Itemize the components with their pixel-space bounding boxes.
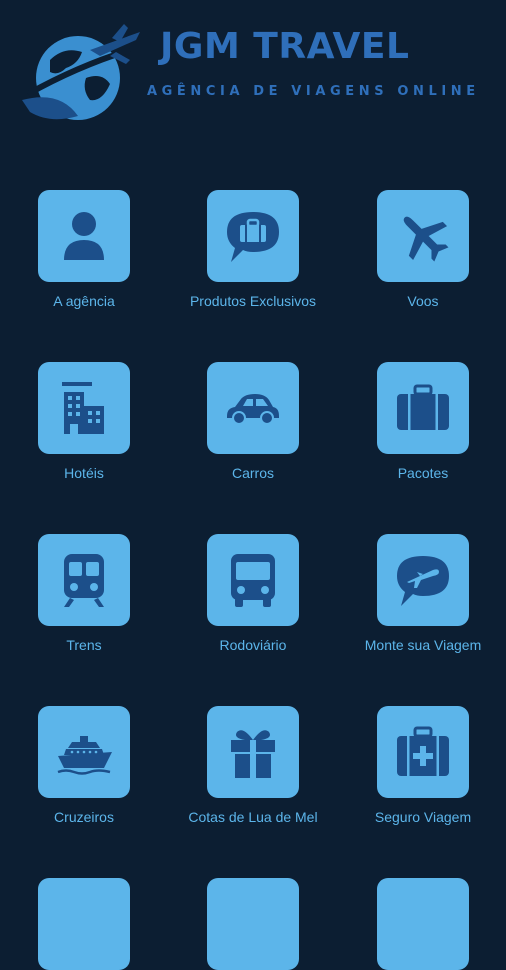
- hotel-icon: [62, 382, 104, 434]
- train-icon: [64, 554, 104, 607]
- menu-tile[interactable]: [377, 878, 469, 970]
- medical-kit-icon: [397, 726, 449, 776]
- menu-item-partial[interactable]: [178, 878, 328, 970]
- menu-tile[interactable]: [38, 534, 130, 626]
- brand-title: JGM TRAVEL: [160, 26, 410, 67]
- menu-item-cotas-lua-de-mel[interactable]: Cotas de Lua de Mel: [178, 706, 328, 829]
- menu-item-label: Trens: [66, 637, 102, 653]
- menu-tile[interactable]: [377, 534, 469, 626]
- menu-item-agencia[interactable]: A agência: [9, 190, 159, 313]
- menu-tile[interactable]: [38, 878, 130, 970]
- menu-item-pacotes[interactable]: Pacotes: [348, 362, 498, 485]
- menu-item-label: A agência: [53, 293, 115, 309]
- menu-tile[interactable]: [38, 190, 130, 282]
- menu-item-trens[interactable]: Trens: [9, 534, 159, 657]
- menu-tile[interactable]: [377, 190, 469, 282]
- menu-item-label: Hotéis: [64, 465, 104, 481]
- menu-item-label: Monte sua Viagem: [364, 637, 482, 653]
- header: JGM TRAVEL AGÊNCIA DE VIAGENS ONLINE: [0, 0, 506, 140]
- menu-tile[interactable]: [207, 878, 299, 970]
- menu-tile[interactable]: [207, 362, 299, 454]
- menu-item-seguro-viagem[interactable]: Seguro Viagem: [348, 706, 498, 829]
- menu-item-voos[interactable]: Voos: [348, 190, 498, 313]
- menu-item-hoteis[interactable]: Hotéis: [9, 362, 159, 485]
- menu-item-label: Cotas de Lua de Mel: [188, 809, 318, 825]
- brand-subtitle: AGÊNCIA DE VIAGENS ONLINE: [147, 84, 480, 99]
- menu-item-label: Produtos Exclusivos: [189, 293, 317, 309]
- menu-tile[interactable]: [38, 362, 130, 454]
- menu-item-partial[interactable]: [348, 878, 498, 970]
- plane-chat-icon: [397, 556, 449, 606]
- briefcase-chat-icon: [227, 212, 279, 262]
- menu-tile[interactable]: [207, 190, 299, 282]
- globe-airplane-icon: [22, 24, 140, 120]
- menu-item-cruzeiros[interactable]: Cruzeiros: [9, 706, 159, 829]
- airplane-icon: [403, 216, 449, 262]
- gift-icon: [231, 730, 275, 778]
- menu-item-carros[interactable]: Carros: [178, 362, 328, 485]
- menu-item-label: Carros: [231, 465, 274, 481]
- menu-tile[interactable]: [377, 706, 469, 798]
- menu-tile[interactable]: [377, 362, 469, 454]
- menu-tile[interactable]: [38, 706, 130, 798]
- menu-item-label: Rodoviário: [219, 637, 287, 653]
- menu-item-label: Pacotes: [397, 465, 449, 481]
- menu-item-partial[interactable]: [9, 878, 159, 970]
- menu-item-produtos-exclusivos[interactable]: Produtos Exclusivos: [178, 190, 328, 313]
- menu-item-label: Voos: [407, 293, 439, 309]
- menu-tile[interactable]: [207, 706, 299, 798]
- menu-item-label: Seguro Viagem: [374, 809, 472, 825]
- menu-item-rodoviario[interactable]: Rodoviário: [178, 534, 328, 657]
- ship-icon: [57, 736, 112, 775]
- menu-tile[interactable]: [207, 534, 299, 626]
- suitcase-icon: [397, 384, 449, 430]
- bus-icon: [231, 554, 275, 607]
- menu-item-monte-sua-viagem[interactable]: Monte sua Viagem: [348, 534, 498, 657]
- car-icon: [227, 394, 279, 425]
- menu-item-label: Cruzeiros: [54, 809, 114, 825]
- person-icon: [64, 212, 104, 260]
